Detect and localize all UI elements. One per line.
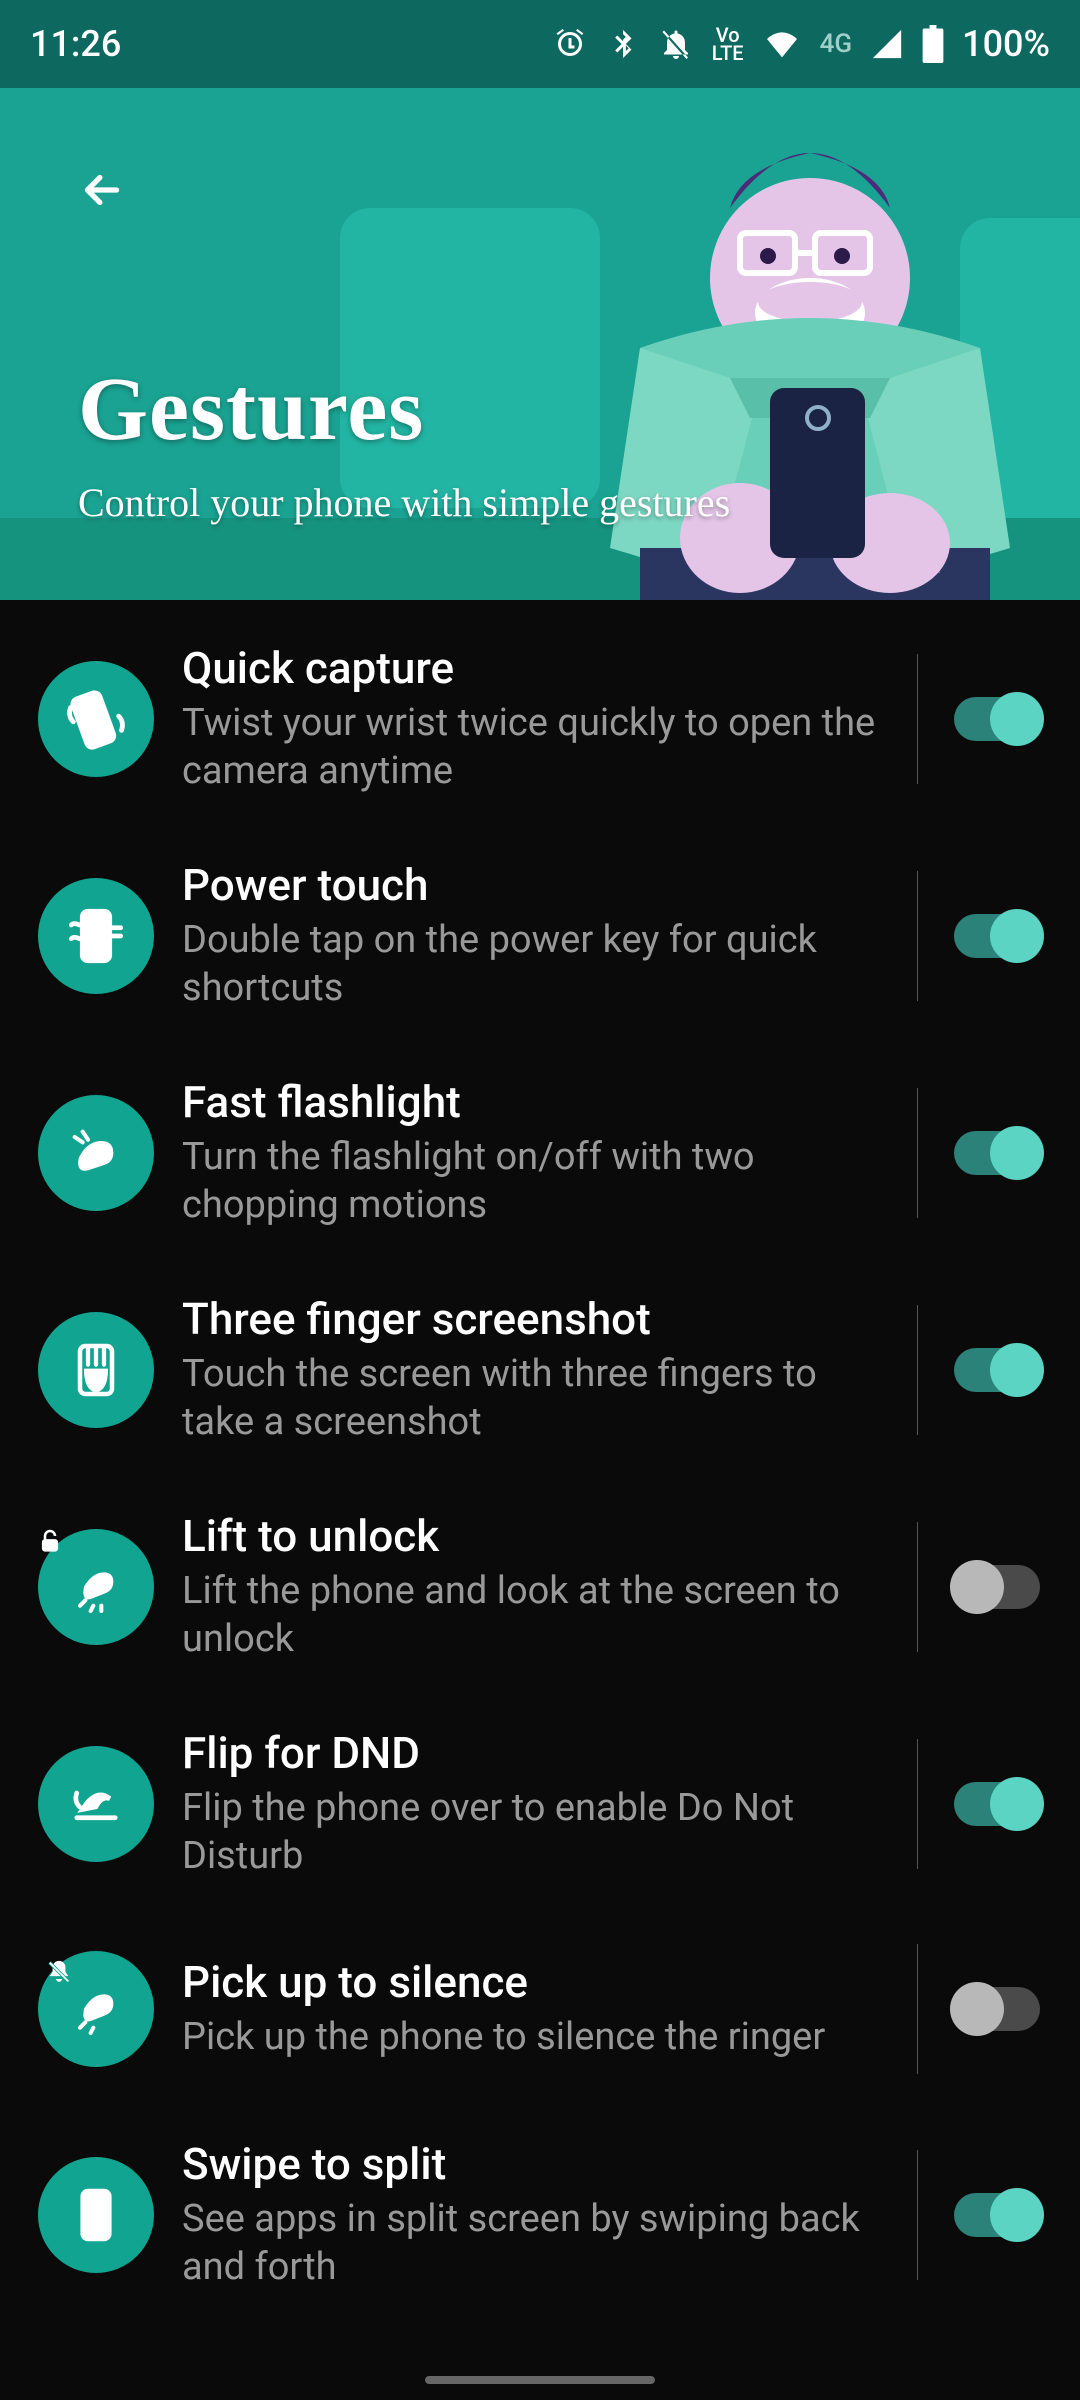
gesture-item-title: Power touch (182, 859, 881, 911)
gesture-toggle[interactable] (954, 1348, 1040, 1392)
battery-percent: 100% (962, 23, 1050, 65)
toggle-knob (950, 1560, 1004, 1614)
gesture-item-desc: Turn the flashlight on/off with two chop… (182, 1134, 881, 1229)
dnd-icon (658, 26, 694, 62)
bluetooth-icon (606, 27, 640, 61)
gesture-item-desc: See apps in split screen by swiping back… (182, 2196, 881, 2291)
signal-icon (870, 27, 904, 61)
divider (917, 1088, 918, 1218)
gesture-item-desc: Pick up the phone to silence the ringer (182, 2014, 881, 2062)
toggle-knob (950, 1982, 1004, 2036)
divider (917, 654, 918, 784)
gesture-item-title: Swipe to split (182, 2138, 881, 2190)
divider (917, 1522, 918, 1652)
gesture-item-title: Lift to unlock (182, 1510, 881, 1562)
gesture-toggle[interactable] (954, 697, 1040, 741)
gesture-toggle[interactable] (954, 1987, 1040, 2031)
gesture-toggle[interactable] (954, 1782, 1040, 1826)
gesture-item-body[interactable]: Three finger screenshot Touch the screen … (182, 1293, 881, 1446)
page-title: Gestures (78, 358, 730, 461)
gesture-toggle[interactable] (954, 2193, 1040, 2237)
divider (917, 1305, 918, 1435)
divider (917, 1944, 918, 2074)
toggle-knob (990, 692, 1044, 746)
gesture-item-desc: Touch the screen with three fingers to t… (182, 1351, 881, 1446)
alarm-icon (552, 26, 588, 62)
back-button[interactable] (70, 158, 134, 222)
gesture-item-body[interactable]: Pick up to silence Pick up the phone to s… (182, 1956, 881, 2062)
gesture-item-body[interactable]: Swipe to split See apps in split screen b… (182, 2138, 881, 2291)
network-type: 4G (820, 29, 853, 59)
gesture-item[interactable]: Three finger screenshot Touch the screen … (0, 1261, 1080, 1478)
lock-badge-icon (32, 1523, 68, 1559)
lift-unlock-icon (38, 1529, 154, 1645)
gesture-item-body[interactable]: Power touch Double tap on the power key f… (182, 859, 881, 1012)
gesture-item-desc: Double tap on the power key for quick sh… (182, 917, 881, 1012)
nav-indicator[interactable] (425, 2376, 655, 2384)
gesture-item-body[interactable]: Fast flashlight Turn the flashlight on/of… (182, 1076, 881, 1229)
gesture-list: Quick capture Twist your wrist twice quic… (0, 600, 1080, 2323)
gesture-item-title: Flip for DND (182, 1727, 881, 1779)
gesture-item-body[interactable]: Lift to unlock Lift the phone and look at… (182, 1510, 881, 1663)
toggle-knob (990, 1126, 1044, 1180)
gesture-item[interactable]: Flip for DND Flip the phone over to enabl… (0, 1695, 1080, 1912)
three-finger-icon (38, 1312, 154, 1428)
gesture-item-title: Fast flashlight (182, 1076, 881, 1128)
chop-icon (38, 1095, 154, 1211)
gesture-item-desc: Twist your wrist twice quickly to open t… (182, 700, 881, 795)
gesture-item-body[interactable]: Quick capture Twist your wrist twice quic… (182, 642, 881, 795)
bell-off-badge-icon (42, 1955, 76, 1989)
battery-icon (922, 25, 944, 63)
status-time: 11:26 (30, 23, 121, 65)
status-icons: VoLTE 4G 100% (552, 23, 1050, 65)
twist-phone-icon (38, 661, 154, 777)
toggle-knob (990, 1343, 1044, 1397)
gesture-item-desc: Lift the phone and look at the screen to… (182, 1568, 881, 1663)
gesture-item[interactable]: Fast flashlight Turn the flashlight on/of… (0, 1044, 1080, 1261)
gesture-item[interactable]: Pick up to silence Pick up the phone to s… (0, 1912, 1080, 2106)
toggle-knob (990, 909, 1044, 963)
gesture-item-title: Pick up to silence (182, 1956, 881, 2008)
status-bar: 11:26 VoLTE 4G 100% (0, 0, 1080, 88)
gesture-item[interactable]: Swipe to split See apps in split screen b… (0, 2106, 1080, 2323)
wifi-icon (762, 24, 802, 64)
divider (917, 871, 918, 1001)
swipe-split-icon (38, 2157, 154, 2273)
volte-icon: VoLTE (712, 26, 744, 62)
divider (917, 1739, 918, 1869)
pickup-icon (38, 1951, 154, 2067)
gesture-item-title: Three finger screenshot (182, 1293, 881, 1345)
toggle-knob (990, 2188, 1044, 2242)
gesture-item-desc: Flip the phone over to enable Do Not Dis… (182, 1785, 881, 1880)
gesture-item[interactable]: Power touch Double tap on the power key f… (0, 827, 1080, 1044)
gesture-toggle[interactable] (954, 914, 1040, 958)
gesture-toggle[interactable] (954, 1565, 1040, 1609)
gesture-item[interactable]: Quick capture Twist your wrist twice quic… (0, 610, 1080, 827)
divider (917, 2150, 918, 2280)
gesture-item-title: Quick capture (182, 642, 881, 694)
power-tap-icon (38, 878, 154, 994)
flip-icon (38, 1746, 154, 1862)
gesture-item[interactable]: Lift to unlock Lift the phone and look at… (0, 1478, 1080, 1695)
toggle-knob (990, 1777, 1044, 1831)
gesture-toggle[interactable] (954, 1131, 1040, 1175)
gesture-item-body[interactable]: Flip for DND Flip the phone over to enabl… (182, 1727, 881, 1880)
page-subtitle: Control your phone with simple gestures (78, 479, 730, 526)
header: Gestures Control your phone with simple … (0, 88, 1080, 600)
